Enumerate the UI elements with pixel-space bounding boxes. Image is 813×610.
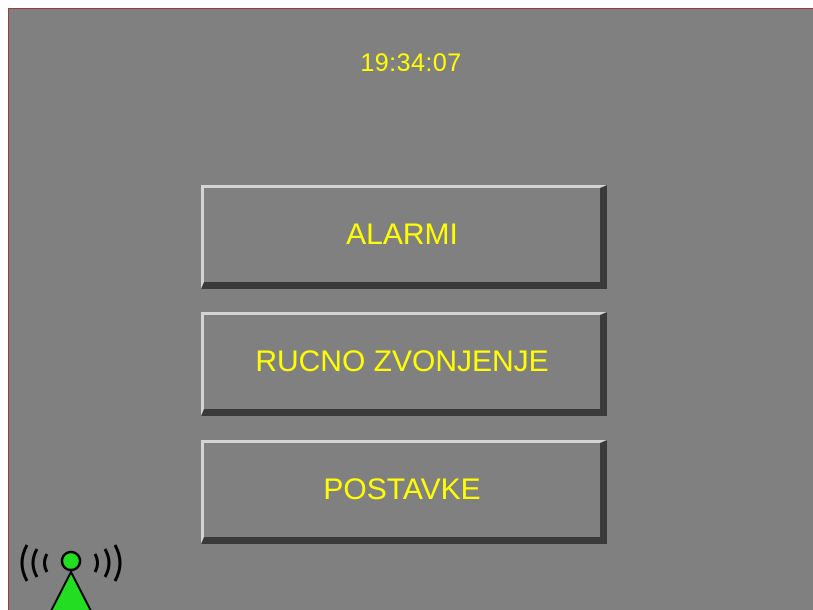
manual-ringing-button-label: RUCNO ZVONJENJE: [255, 345, 549, 378]
main-screen: 19:34:07 ALARMI RUCNO ZVONJENJE POSTAVKE: [8, 8, 813, 610]
settings-button[interactable]: POSTAVKE: [201, 440, 607, 544]
alarms-button-label: ALARMI: [346, 218, 458, 251]
manual-ringing-button[interactable]: RUCNO ZVONJENJE: [201, 312, 607, 416]
signal-antenna-icon: [20, 544, 122, 610]
clock-display: 19:34:07: [360, 49, 462, 77]
settings-button-label: POSTAVKE: [323, 473, 481, 506]
alarms-button[interactable]: ALARMI: [201, 185, 607, 289]
